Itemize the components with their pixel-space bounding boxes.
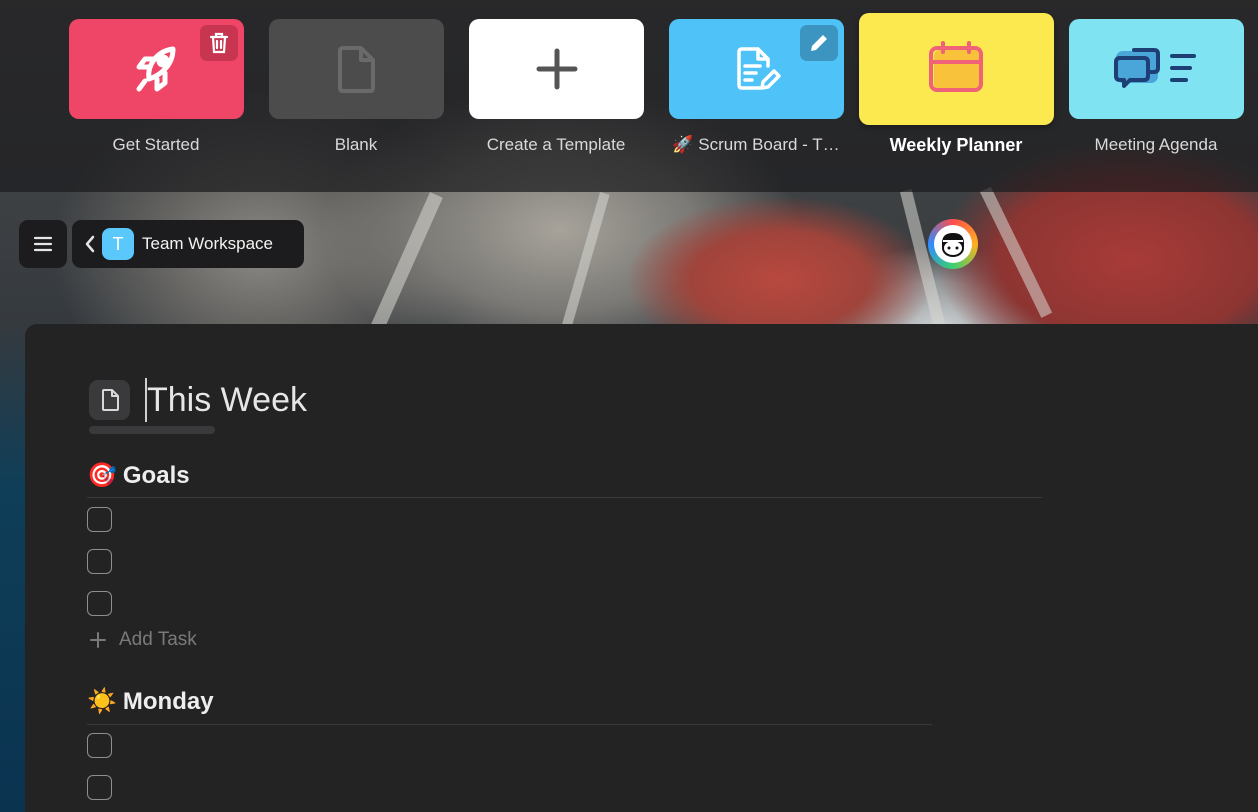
- template-card-weekly-planner[interactable]: [859, 13, 1054, 125]
- task-checkbox[interactable]: [87, 549, 112, 574]
- rocket-icon: [136, 46, 175, 92]
- trash-icon: [209, 32, 229, 54]
- template-label: Weekly Planner: [889, 135, 1023, 155]
- task-checkbox[interactable]: [87, 733, 112, 758]
- template-card-meeting-agenda[interactable]: [1069, 19, 1244, 119]
- menu-button[interactable]: [19, 220, 67, 268]
- template-card-get-started[interactable]: [69, 19, 244, 119]
- add-task-label: Add Task: [119, 629, 197, 650]
- template-label: 🚀 Scrum Board - T…: [672, 135, 840, 154]
- template-card-blank[interactable]: [269, 19, 444, 119]
- task-checkbox[interactable]: [87, 507, 112, 532]
- section-emoji: 🎯: [87, 462, 117, 489]
- section-heading-goals[interactable]: 🎯 Goals: [87, 461, 190, 490]
- document-icon: [101, 389, 119, 411]
- hamburger-icon: [33, 236, 53, 252]
- plus-icon: [536, 48, 577, 90]
- workspace-breadcrumb[interactable]: T Team Workspace: [72, 220, 304, 268]
- document-edit-icon: [736, 47, 781, 90]
- add-task-button[interactable]: Add Task: [89, 629, 197, 651]
- document-icon: [337, 46, 375, 93]
- template-card-scrum-board[interactable]: [669, 19, 844, 119]
- section-title: Goals: [122, 461, 190, 489]
- edit-template-button[interactable]: [800, 25, 838, 61]
- page-title[interactable]: This Week: [145, 378, 307, 422]
- task-checkbox[interactable]: [87, 591, 112, 616]
- workspace-name: Team Workspace: [142, 234, 274, 253]
- section-divider: [87, 724, 932, 725]
- template-label: Get Started: [112, 135, 200, 154]
- title-placeholder-bar: [89, 426, 215, 434]
- section-divider: [87, 497, 1042, 498]
- page-icon-button[interactable]: [89, 380, 130, 420]
- chat-bubbles-icon: [1113, 48, 1196, 88]
- template-label: Blank: [334, 135, 378, 154]
- section-title: Monday: [122, 687, 214, 715]
- section-heading-monday[interactable]: ☀️ Monday: [87, 687, 214, 716]
- create-template-button[interactable]: [469, 19, 644, 119]
- template-label: Create a Template: [486, 135, 626, 154]
- section-emoji: ☀️: [87, 688, 117, 715]
- pencil-icon: [811, 35, 827, 51]
- calendar-icon: [928, 41, 983, 92]
- workspace-avatar: T: [102, 228, 134, 260]
- user-avatar[interactable]: [928, 219, 978, 269]
- delete-template-button[interactable]: [200, 25, 238, 61]
- template-label: Meeting Agenda: [1094, 135, 1218, 154]
- chevron-left-icon: [85, 235, 95, 253]
- template-bar: Get Started Blank Create a Template 🚀 Sc…: [0, 0, 1258, 192]
- avatar-face-icon: [942, 233, 964, 257]
- plus-icon: [90, 632, 106, 648]
- task-checkbox[interactable]: [87, 775, 112, 800]
